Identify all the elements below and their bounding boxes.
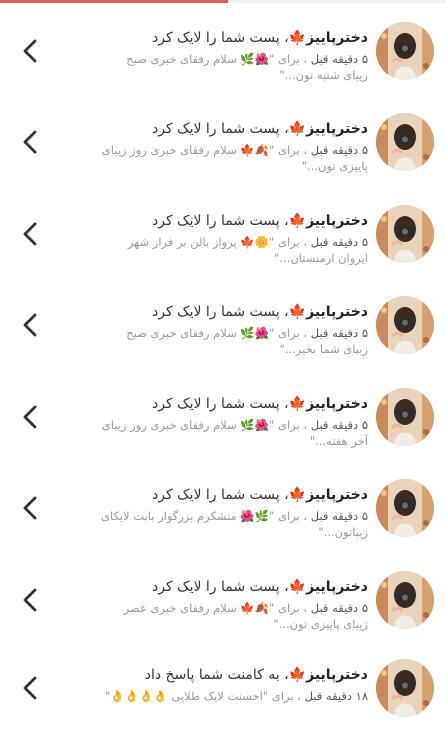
- notification-content: دخترپاییز🍁، پست شما را لایک کرد ۵ دقیقه …: [101, 121, 368, 173]
- user-name[interactable]: دخترپاییز🍁: [289, 121, 368, 137]
- notification-action: ، پست شما را لایک کرد: [151, 30, 289, 46]
- avatar[interactable]: [376, 388, 434, 446]
- user-name[interactable]: دخترپاییز🍁: [289, 213, 368, 229]
- user-name[interactable]: دخترپاییز🍁: [289, 30, 368, 46]
- notification-content: دخترپاییز🍁، پست شما را لایک کرد ۵ دقیقه …: [126, 304, 368, 356]
- avatar[interactable]: [376, 113, 434, 171]
- notification-time: ۵ دقیقه قبل: [310, 601, 368, 615]
- post-snippet: "احسنت لایک طلایی 👌👌👌👌": [105, 689, 269, 703]
- avatar[interactable]: [376, 659, 434, 717]
- notification-action: ، پست شما را لایک کرد: [151, 579, 289, 595]
- avatar[interactable]: [376, 205, 434, 263]
- chevron-left-icon[interactable]: [18, 673, 42, 703]
- notification-time: ۱۸ دقیقه قبل: [304, 689, 368, 703]
- notification-action: ، پست شما را لایک کرد: [151, 304, 289, 320]
- avatar[interactable]: [376, 571, 434, 629]
- notification-action: ، پست شما را لایک کرد: [151, 487, 289, 503]
- chevron-left-icon[interactable]: [18, 493, 42, 523]
- notification-content: دخترپاییز🍁، پست شما را لایک کرد ۵ دقیقه …: [126, 30, 368, 82]
- notification-row[interactable]: دخترپاییز🍁، پست شما را لایک کرد ۵ دقیقه …: [0, 549, 446, 637]
- notification-content: دخترپاییز🍁، پست شما را لایک کرد ۵ دقیقه …: [101, 396, 368, 448]
- notification-row[interactable]: دخترپاییز🍁، پست شما را لایک کرد ۵ دقیقه …: [0, 183, 446, 274]
- notification-row[interactable]: دخترپاییز🍁، پست شما را لایک کرد ۵ دقیقه …: [0, 0, 446, 91]
- notification-action: ، پست شما را لایک کرد: [151, 396, 289, 412]
- notification-time: ۵ دقیقه قبل: [310, 143, 368, 157]
- chevron-left-icon[interactable]: [18, 127, 42, 157]
- notification-list: دخترپاییز🍁، پست شما را لایک کرد ۵ دقیقه …: [0, 0, 446, 747]
- notification-content: دخترپاییز🍁، پست شما را لایک کرد ۵ دقیقه …: [123, 579, 368, 631]
- user-name[interactable]: دخترپاییز🍁: [289, 667, 368, 683]
- notification-row[interactable]: دخترپاییز🍁، پست شما را لایک کرد ۵ دقیقه …: [0, 274, 446, 366]
- chevron-left-icon[interactable]: [18, 402, 42, 432]
- notification-action: ، به کامنت شما پاسخ داد: [144, 667, 289, 683]
- notification-time: ۵ دقیقه قبل: [310, 52, 368, 66]
- notification-content: دخترپاییز🍁، پست شما را لایک کرد ۵ دقیقه …: [127, 213, 368, 265]
- notification-row[interactable]: دخترپاییز🍁، پست شما را لایک کرد ۵ دقیقه …: [0, 91, 446, 183]
- notification-time: ۵ دقیقه قبل: [310, 235, 368, 249]
- chevron-left-icon[interactable]: [18, 219, 42, 249]
- avatar[interactable]: [376, 479, 434, 537]
- chevron-left-icon[interactable]: [18, 310, 42, 340]
- notification-time: ۵ دقیقه قبل: [310, 326, 368, 340]
- chevron-left-icon[interactable]: [18, 36, 42, 66]
- notification-action: ، پست شما را لایک کرد: [151, 121, 289, 137]
- notification-row[interactable]: دخترپاییز🍁، پست شما را لایک کرد ۵ دقیقه …: [0, 366, 446, 457]
- chevron-left-icon[interactable]: [18, 585, 42, 615]
- user-name[interactable]: دخترپاییز🍁: [289, 304, 368, 320]
- notification-row[interactable]: دخترپاییز🍁، پست شما را لایک کرد ۵ دقیقه …: [0, 457, 446, 549]
- notification-content: دخترپاییز🍁، به کامنت شما پاسخ داد ۱۸ دقی…: [105, 667, 368, 703]
- notification-time: ۵ دقیقه قبل: [310, 509, 368, 523]
- user-name[interactable]: دخترپاییز🍁: [289, 579, 368, 595]
- notification-time: ۵ دقیقه قبل: [310, 418, 368, 432]
- notification-row[interactable]: دخترپاییز🍁، به کامنت شما پاسخ داد ۱۸ دقی…: [0, 637, 446, 747]
- user-name[interactable]: دخترپاییز🍁: [289, 487, 368, 503]
- user-name[interactable]: دخترپاییز🍁: [289, 396, 368, 412]
- avatar[interactable]: [376, 296, 434, 354]
- notification-content: دخترپاییز🍁، پست شما را لایک کرد ۵ دقیقه …: [100, 487, 368, 539]
- notification-action: ، پست شما را لایک کرد: [151, 213, 289, 229]
- avatar[interactable]: [376, 22, 434, 80]
